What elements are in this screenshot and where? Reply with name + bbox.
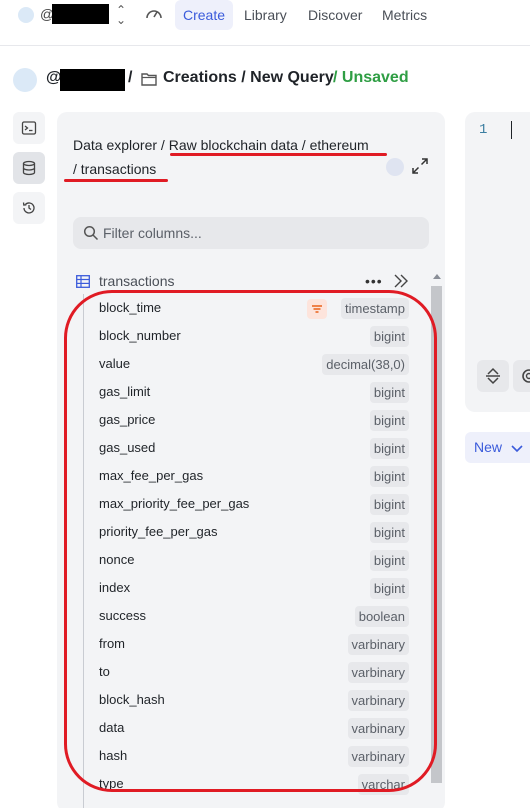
expand-icon[interactable] — [410, 156, 430, 176]
redacted-owner — [60, 69, 125, 91]
data-explorer-button[interactable] — [13, 152, 45, 184]
terminal-icon — [21, 121, 37, 135]
tab-create[interactable]: Create — [175, 0, 234, 30]
folder-icon — [141, 73, 157, 86]
new-button[interactable]: New — [465, 432, 530, 463]
annotation-oval-columns — [64, 290, 437, 792]
chevron-down-icon — [511, 445, 523, 453]
gauge-icon[interactable] — [145, 6, 163, 22]
text-caret — [511, 121, 512, 139]
new-button-label: New — [474, 439, 503, 455]
explorer-breadcrumb: Data explorer / Raw blockchain data / et… — [73, 133, 393, 181]
owner-avatar[interactable] — [13, 68, 37, 92]
history-button[interactable] — [13, 192, 45, 224]
tab-discover[interactable]: Discover — [300, 0, 370, 30]
search-icon — [83, 225, 99, 241]
team-switcher-icon[interactable]: ⌃ ⌄ — [115, 4, 127, 26]
tab-library[interactable]: Library — [236, 0, 295, 30]
annotation-underline-path — [170, 153, 387, 156]
explorer-path-line2[interactable]: / transactions — [73, 157, 393, 181]
annotation-underline-table — [64, 179, 168, 182]
filter-columns-field[interactable] — [73, 217, 429, 249]
scroll-up-arrow-icon[interactable] — [433, 274, 441, 279]
settings-icon — [522, 369, 530, 383]
table-icon — [76, 275, 90, 288]
filter-columns-input[interactable] — [103, 217, 423, 249]
add-dataset-icon[interactable] — [386, 158, 404, 176]
breadcrumb-separator: / — [128, 69, 133, 86]
collapse-icon[interactable] — [392, 272, 410, 290]
tab-metrics[interactable]: Metrics — [374, 0, 435, 30]
breadcrumb-path[interactable]: Creations / New Query — [163, 69, 334, 87]
team-avatar[interactable] — [18, 7, 34, 23]
settings-button[interactable] — [513, 360, 530, 392]
database-icon — [22, 160, 36, 176]
table-name[interactable]: transactions — [99, 273, 174, 289]
history-icon — [22, 202, 35, 214]
unsaved-status: / Unsaved — [333, 69, 409, 86]
redacted-username — [52, 4, 109, 24]
format-button[interactable] — [477, 360, 509, 392]
top-nav: @ ⌃ ⌄ Create Library Discover Metrics — [0, 0, 530, 46]
more-options-icon[interactable]: ••• — [365, 273, 383, 289]
query-editor-button[interactable] — [13, 112, 45, 144]
line-number: 1 — [479, 122, 488, 138]
swap-icon — [486, 367, 500, 385]
